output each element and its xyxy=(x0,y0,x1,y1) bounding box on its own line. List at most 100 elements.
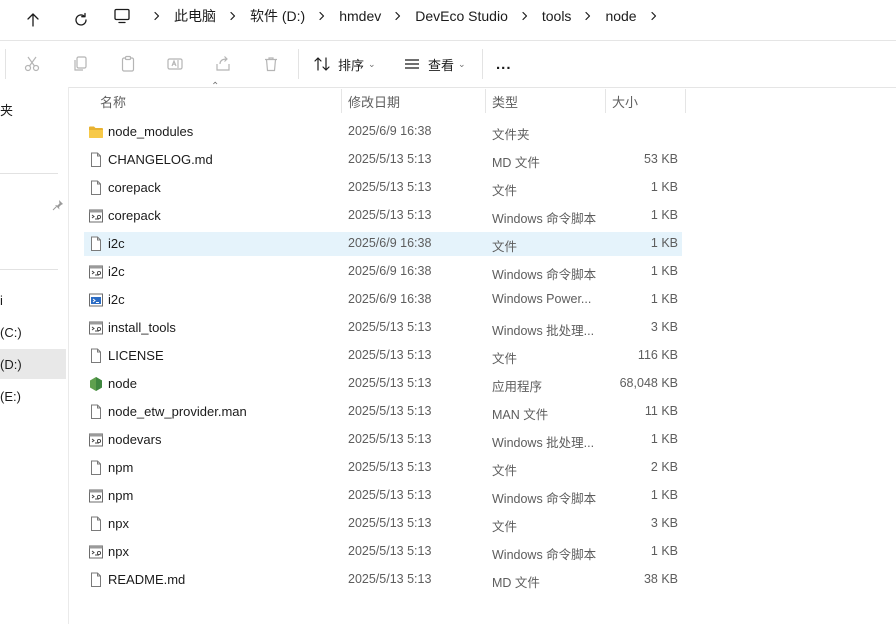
more-options-button[interactable]: ... xyxy=(496,50,512,78)
sidebar-item-label: i xyxy=(0,292,3,308)
chevron-right-icon[interactable] xyxy=(512,0,538,32)
breadcrumb-segment[interactable]: DevEco Studio xyxy=(411,8,512,24)
file-row[interactable]: corepack 2025/5/13 5:13 Windows 命令脚本 1 KB xyxy=(84,204,682,228)
file-date: 2025/5/13 5:13 xyxy=(348,460,432,474)
breadcrumb-segment[interactable]: 此电脑 xyxy=(170,6,220,26)
sort-label: 排序 xyxy=(338,57,365,73)
column-resize-handle[interactable] xyxy=(485,89,486,113)
file-row[interactable]: npx 2025/5/13 5:13 Windows 命令脚本 1 KB xyxy=(84,540,682,564)
breadcrumb-item: 软件 (D:) xyxy=(220,0,309,32)
file-row[interactable]: npm 2025/5/13 5:13 文件 2 KB xyxy=(84,456,682,480)
file-row[interactable]: i2c 2025/6/9 16:38 文件 1 KB xyxy=(84,232,682,256)
sort-menu-button[interactable]: 排序 ⌄ xyxy=(313,50,376,78)
column-header-size[interactable]: 大小 xyxy=(612,87,638,115)
file-row[interactable]: corepack 2025/5/13 5:13 文件 1 KB xyxy=(84,176,682,200)
file-date: 2025/5/13 5:13 xyxy=(348,572,432,586)
column-header-date[interactable]: 修改日期 xyxy=(348,87,400,115)
file-row[interactable]: install_tools 2025/5/13 5:13 Windows 批处理..… xyxy=(84,316,682,340)
file-row[interactable]: node_etw_provider.man 2025/5/13 5:13 MAN 文… xyxy=(84,400,682,424)
sidebar-item-label: 夹 xyxy=(0,102,14,118)
view-lines-icon xyxy=(405,59,419,69)
file-type: Windows Power... xyxy=(492,292,592,306)
script-icon xyxy=(88,544,104,560)
file-row[interactable]: LICENSE 2025/5/13 5:13 文件 116 KB xyxy=(84,344,682,368)
cut-button[interactable] xyxy=(20,52,44,76)
file-row[interactable]: README.md 2025/5/13 5:13 MD 文件 38 KB xyxy=(84,568,682,592)
file-date: 2025/6/9 16:38 xyxy=(348,124,432,138)
script-icon xyxy=(88,320,104,336)
sidebar-divider xyxy=(0,269,58,270)
breadcrumb-segment[interactable]: hmdev xyxy=(335,8,385,24)
chevron-right-icon[interactable] xyxy=(575,0,601,32)
column-header-name[interactable]: 名称 xyxy=(100,87,126,115)
breadcrumb-item: 此电脑 xyxy=(144,0,220,32)
share-button[interactable] xyxy=(211,52,235,76)
trash-icon xyxy=(265,57,277,72)
breadcrumb-segment[interactable]: tools xyxy=(538,8,576,24)
sort-ascending-icon: ⌃ xyxy=(211,81,220,92)
column-resize-handle[interactable] xyxy=(685,89,686,113)
file-name: corepack xyxy=(108,180,161,195)
breadcrumb-segment[interactable]: node xyxy=(601,8,640,24)
folder-icon xyxy=(88,124,104,140)
breadcrumb-segment[interactable]: 软件 (D:) xyxy=(246,6,309,26)
sidebar-item-drive-c[interactable]: (C:) xyxy=(0,317,66,347)
file-size: 1 KB xyxy=(650,432,678,446)
chevron-right-icon[interactable] xyxy=(309,0,335,32)
breadcrumb-item: tools xyxy=(512,0,576,32)
script-icon xyxy=(88,208,104,224)
file-name: CHANGELOG.md xyxy=(108,152,213,167)
file-size: 1 KB xyxy=(650,488,678,502)
column-header-type[interactable]: 类型 xyxy=(492,87,518,115)
script-icon xyxy=(88,264,104,280)
breadcrumb-item: node xyxy=(575,0,640,32)
file-name: node_etw_provider.man xyxy=(108,404,247,419)
script-icon xyxy=(88,432,104,448)
sidebar-item-this-pc[interactable]: i xyxy=(0,285,66,315)
chevron-right-icon[interactable] xyxy=(385,0,411,32)
file-name: i2c xyxy=(108,264,125,279)
chevron-down-icon: ⌄ xyxy=(458,58,466,69)
sidebar-item-drive-e[interactable]: (E:) xyxy=(0,381,66,411)
file-date: 2025/5/13 5:13 xyxy=(348,152,432,166)
file-name: corepack xyxy=(108,208,161,223)
breadcrumb-expand[interactable] xyxy=(641,0,667,32)
file-row[interactable]: nodevars 2025/5/13 5:13 Windows 批处理... 1 KB xyxy=(84,428,682,452)
file-icon xyxy=(88,516,104,532)
up-button[interactable] xyxy=(17,4,49,36)
file-type: 文件 xyxy=(492,520,518,534)
chevron-right-icon[interactable] xyxy=(220,0,246,32)
command-bar: 排序 ⌄ 查看 ⌄ ... xyxy=(0,41,896,88)
file-row[interactable]: npx 2025/5/13 5:13 文件 3 KB xyxy=(84,512,682,536)
paste-button[interactable] xyxy=(116,52,140,76)
this-pc-crumb[interactable] xyxy=(110,4,134,28)
sidebar-item-drive-d[interactable]: (D:) xyxy=(0,349,66,379)
column-resize-handle[interactable] xyxy=(605,89,606,113)
file-icon xyxy=(88,572,104,588)
file-size: 53 KB xyxy=(643,152,678,166)
file-icon xyxy=(88,348,104,364)
chevron-right-icon[interactable] xyxy=(641,0,667,32)
copy-button[interactable] xyxy=(68,52,92,76)
file-date: 2025/5/13 5:13 xyxy=(348,404,432,418)
file-row[interactable]: i2c 2025/6/9 16:38 Windows 命令脚本 1 KB xyxy=(84,260,682,284)
share-icon xyxy=(216,56,230,71)
file-row[interactable]: CHANGELOG.md 2025/5/13 5:13 MD 文件 53 KB xyxy=(84,148,682,172)
sidebar-item-folders[interactable]: 夹 xyxy=(0,94,66,124)
file-row[interactable]: node 2025/5/13 5:13 应用程序 68,048 KB xyxy=(84,372,682,396)
view-menu-button[interactable]: 查看 ⌄ xyxy=(403,50,466,78)
file-size: 68,048 KB xyxy=(619,376,678,390)
clipboard-icon xyxy=(121,55,135,72)
toolbar-divider xyxy=(298,49,299,79)
chevron-right-icon[interactable] xyxy=(144,0,170,32)
file-type: Windows 命令脚本 xyxy=(492,212,597,226)
delete-button[interactable] xyxy=(259,52,283,76)
column-resize-handle[interactable] xyxy=(341,89,342,113)
file-row[interactable]: npm 2025/5/13 5:13 Windows 命令脚本 1 KB xyxy=(84,484,682,508)
node-app-icon xyxy=(88,376,104,392)
file-name: node xyxy=(108,376,137,391)
rename-button[interactable] xyxy=(163,52,187,76)
file-row[interactable]: node_modules 2025/6/9 16:38 文件夹 xyxy=(84,120,682,144)
refresh-button[interactable] xyxy=(65,4,97,36)
file-row[interactable]: i2c 2025/6/9 16:38 Windows Power... 1 KB xyxy=(84,288,682,312)
